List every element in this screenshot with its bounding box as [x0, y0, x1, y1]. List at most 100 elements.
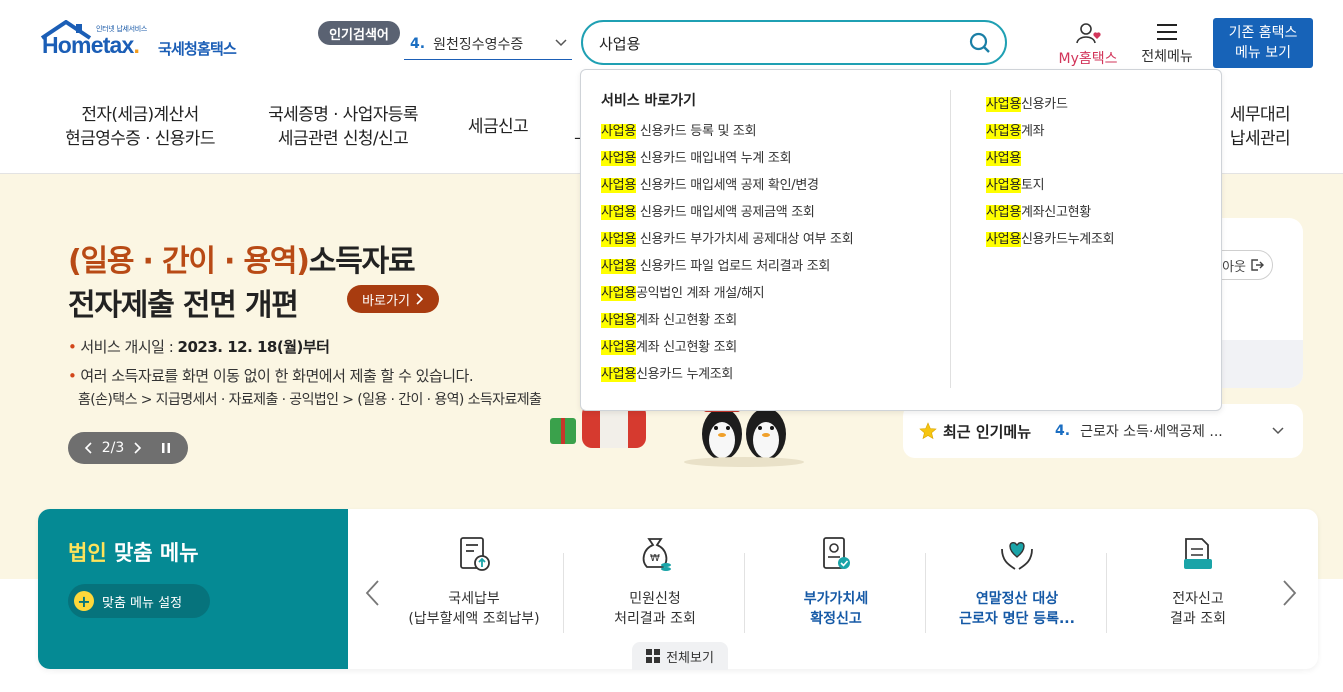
tax-payment-icon	[460, 537, 490, 571]
suggestion-highlight: 사업용	[986, 205, 1021, 220]
custom-menu-item-label: 연말정산 대상 근로자 명단 등록...	[959, 591, 1075, 627]
suggestion-text: 신용카드 매입세액 공제 확인/변경	[635, 178, 819, 193]
legacy-menu-line1: 기존 홈택스	[1228, 25, 1298, 41]
suggestion-text: 신용카드 매입세액 공제금액 조회	[635, 205, 815, 220]
suggestion-highlight: 사업용	[986, 232, 1021, 247]
custom-menu-title: 법인 맞춤 메뉴	[68, 541, 199, 565]
banner-bullet-date: • 서비스 개시일 : 2023. 12. 18(월)부터	[68, 338, 330, 356]
grid-icon	[646, 649, 661, 663]
custom-menu-item-e-filing[interactable]: 전자신고 결과 조회	[1108, 509, 1288, 669]
suggestion-item[interactable]: 사업용계좌	[986, 120, 1114, 147]
suggestion-highlight: 사업용	[601, 178, 636, 193]
search-suggestion-dropdown: 서비스 바로가기 사업용 신용카드 등록 및 조회 사업용 신용카드 매입내역 누…	[580, 69, 1222, 411]
legacy-menu-line2: 메뉴 보기	[1235, 45, 1291, 61]
banner-go-label: 바로가기	[362, 293, 410, 309]
svg-text:₩: ₩	[650, 553, 660, 564]
logo-word: Hometax.	[42, 32, 140, 58]
suggestion-text: 계좌 신고현황 조회	[635, 313, 737, 328]
suggestion-item[interactable]: 사업용신용카드누계조회	[986, 228, 1115, 255]
search-box	[581, 20, 1007, 65]
suggestion-item[interactable]: 사업용 신용카드 매입세액 공제 확인/변경	[601, 174, 853, 201]
suggestion-item[interactable]: 사업용계좌신고현황	[986, 201, 1114, 228]
suggestion-text: 신용카드 부가가치세 공제대상 여부 조회	[635, 232, 854, 247]
suggestion-list-right: 사업용신용카드 사업용계좌 사업용 사업용토지 사업용계좌신고현황 사업용신용카드누계조회	[986, 93, 1115, 255]
custom-menu-header: 법인 맞춤 메뉴 + 맞춤 메뉴 설정	[38, 509, 348, 669]
heart-hands-icon	[1001, 542, 1033, 570]
custom-menu-item-label: 국세납부 (납부할세액 조회납부)	[408, 591, 540, 627]
custom-menu-setting-button[interactable]: + 맞춤 메뉴 설정	[68, 584, 210, 618]
legacy-menu-button[interactable]: 기존 홈택스 메뉴 보기	[1213, 18, 1313, 68]
suggestion-text: 계좌신고현황	[1020, 205, 1091, 220]
gnb-item-certificate[interactable]: 국세증명 · 사업자등록 세금관련 신청/신고	[258, 103, 428, 151]
suggestion-highlight: 사업용	[601, 232, 636, 247]
star-icon	[919, 422, 937, 440]
gnb-item-tax-filing[interactable]: 세금신고	[458, 115, 538, 139]
my-hometax-link[interactable]: My홈택스	[1052, 22, 1124, 68]
suggestion-item[interactable]: 사업용공익법인 계좌 개설/해지	[601, 282, 853, 309]
popular-menu-label: 최근 인기메뉴	[943, 422, 1032, 441]
custom-menu-item-vat-report[interactable]: 부가가치세 확정신고	[746, 509, 926, 669]
banner-pager[interactable]: 2/3	[68, 432, 188, 464]
banner-title-line2: 전자제출 전면 개편	[68, 288, 299, 323]
popular-search-term: 원천징수영수증	[433, 36, 524, 53]
pause-icon[interactable]	[160, 442, 172, 454]
chevron-right-icon	[416, 293, 424, 305]
gnb-item-invoice[interactable]: 전자(세금)계산서 현금영수증 · 신용카드	[60, 103, 220, 151]
suggestion-item[interactable]: 사업용 신용카드 파일 업로드 처리결과 조회	[601, 255, 853, 282]
plus-icon: +	[74, 591, 94, 611]
all-menu-button[interactable]: 전체메뉴	[1134, 22, 1200, 66]
gift-penguin-illustration	[550, 404, 804, 467]
suggestion-text: 토지	[1020, 178, 1045, 193]
chevron-left-icon[interactable]	[364, 579, 380, 607]
popular-search-select[interactable]: 4. 원천징수영수증	[404, 28, 572, 60]
suggestion-item[interactable]: 사업용 신용카드 등록 및 조회	[601, 120, 853, 147]
suggestion-text: 신용카드누계조회	[1020, 232, 1115, 247]
search-icon[interactable]	[969, 32, 991, 54]
custom-menu-item-year-end[interactable]: 연말정산 대상 근로자 명단 등록...	[927, 509, 1107, 669]
banner-go-button[interactable]: 바로가기	[347, 285, 439, 313]
banner-bullet-desc: • 여러 소득자료를 화면 이동 없이 한 화면에서 제출 할 수 있습니다.	[68, 367, 474, 385]
suggestion-item[interactable]: 사업용계좌 신고현황 조회	[601, 309, 853, 336]
gnb-item-tax-agent[interactable]: 세무대리 납세관리	[1222, 103, 1298, 151]
suggestion-highlight: 사업용	[601, 151, 636, 166]
suggestion-highlight: 사업용	[601, 259, 636, 274]
divider	[744, 553, 745, 633]
suggestion-item[interactable]: 사업용토지	[986, 174, 1114, 201]
suggestion-text: 공익법인 계좌 개설/해지	[635, 286, 765, 301]
suggestion-item[interactable]: 사업용신용카드 누계조회	[601, 363, 853, 390]
suggestion-highlight: 사업용	[601, 286, 636, 301]
view-all-label: 전체보기	[666, 650, 714, 666]
hamburger-icon	[1157, 24, 1177, 40]
logout-label: 아웃	[1222, 259, 1246, 275]
my-hometax-label: My홈택스	[1058, 51, 1118, 67]
popular-search-rank: 4.	[410, 35, 426, 52]
hometax-logo[interactable]: 인터넷 납세서비스 Hometax. 국세청홈택스	[40, 18, 260, 70]
dropdown-section-title: 서비스 바로가기	[601, 93, 697, 109]
suggestion-item[interactable]: 사업용 신용카드 매입내역 누계 조회	[601, 147, 853, 174]
suggestion-item[interactable]: 사업용신용카드	[986, 93, 1114, 120]
popular-menu-select[interactable]: 최근 인기메뉴 4. 근로자 소득·세액공제 ...	[903, 404, 1303, 458]
chevron-left-icon[interactable]	[84, 442, 92, 454]
chevron-right-icon[interactable]	[1282, 579, 1298, 607]
chevron-right-icon[interactable]	[134, 442, 142, 454]
suggestion-highlight: 사업용	[601, 124, 636, 139]
suggestion-item[interactable]: 사업용 신용카드 매입세액 공제금액 조회	[601, 201, 853, 228]
vat-doc-icon	[823, 537, 850, 569]
suggestion-text: 신용카드 등록 및 조회	[635, 124, 757, 139]
view-all-button[interactable]: 전체보기	[632, 642, 728, 670]
suggestion-highlight: 사업용	[986, 124, 1021, 139]
suggestion-highlight: 사업용	[986, 178, 1021, 193]
logout-icon	[1251, 259, 1264, 271]
custom-menu-item-tax-payment[interactable]: 국세납부 (납부할세액 조회납부)	[384, 509, 564, 669]
chevron-down-icon	[555, 39, 567, 47]
suggestion-item[interactable]: 사업용 신용카드 부가가치세 공제대상 여부 조회	[601, 228, 854, 255]
suggestion-item[interactable]: 사업용계좌 신고현황 조회	[601, 336, 853, 363]
logo-korean-name: 국세청홈택스	[158, 40, 237, 58]
suggestion-text: 신용카드	[1020, 97, 1068, 112]
search-input[interactable]	[599, 31, 939, 55]
gnb-item-line1: 국세증명 · 사업자등록	[268, 105, 418, 125]
suggestion-highlight: 사업용	[986, 151, 1021, 166]
suggestion-item[interactable]: 사업용	[986, 147, 1114, 174]
suggestion-highlight: 사업용	[601, 313, 636, 328]
gnb-item-line2: 현금영수증 · 신용카드	[65, 129, 215, 149]
